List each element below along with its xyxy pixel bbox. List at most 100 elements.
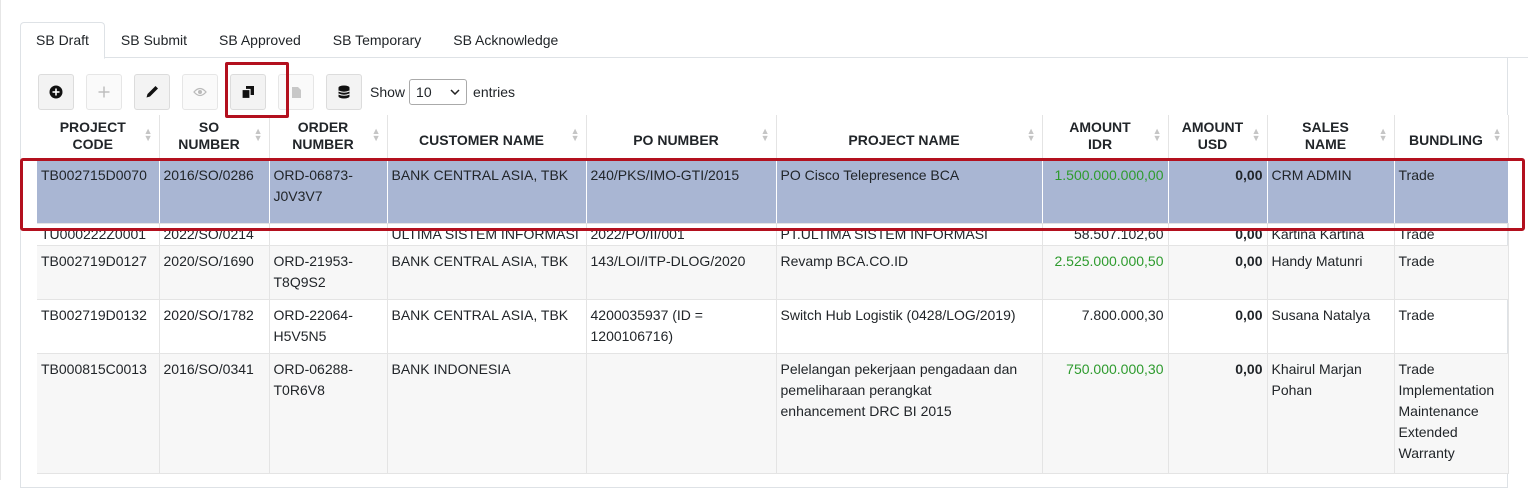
table-row[interactable]: TU000222Z0001 2022/SO/0214 ULTIMA SISTEM… (37, 223, 1509, 246)
file-icon (291, 86, 302, 99)
tab-sb-draft[interactable]: SB Draft (20, 22, 105, 59)
tab-bar: SB Draft SB Submit SB Approved SB Tempor… (20, 22, 1528, 59)
cell-amount-idr: 7.800.000,30 (1042, 299, 1169, 354)
column-header-po-number[interactable]: PO NUMBER ▲ ▼ (586, 115, 777, 160)
sort-icon: ▲ ▼ (371, 126, 381, 143)
column-header-project-name[interactable]: PROJECT NAME ▲ ▼ (776, 115, 1043, 160)
cell-bundling: Trade (1394, 299, 1509, 354)
table-header-row: PROJECT CODE ▲ ▼ SO NUMBER ▲ ▼ ORDER NUMBER ▲ ▼ C… (37, 115, 1509, 160)
cell-order-number: ORD-21953- T8Q9S2 (269, 245, 388, 300)
edit-button[interactable] (134, 74, 170, 110)
cell-order-number (269, 223, 388, 246)
sort-icon: ▲ ▼ (1492, 126, 1502, 143)
sort-icon: ▲ ▼ (143, 126, 153, 143)
sort-icon: ▲ ▼ (570, 126, 580, 143)
cell-sales-name: Khairul Marjan Pohan (1267, 353, 1395, 474)
cell-po-number: 4200035937 (ID = 1200106716) (586, 299, 777, 354)
column-header-bundling[interactable]: BUNDLING ▲ ▼ (1394, 115, 1509, 160)
column-header-project-code[interactable]: PROJECT CODE ▲ ▼ (37, 115, 160, 160)
cell-customer-name: BANK CENTRAL ASIA, TBK (387, 299, 587, 354)
cell-po-number (586, 353, 777, 474)
tab-sb-submit[interactable]: SB Submit (105, 22, 203, 58)
cell-amount-usd: 0,00 (1168, 159, 1268, 224)
cell-project-name: PO Cisco Telepresence BCA (776, 159, 1043, 224)
entries-select-value: 10 (416, 84, 432, 100)
cell-project-name: PT.ULTIMA SISTEM INFORMASI (776, 223, 1043, 246)
sort-icon: ▲ ▼ (1026, 126, 1036, 143)
cell-po-number: 143/LOI/ITP-DLOG/2020 (586, 245, 777, 300)
document-button[interactable] (278, 74, 314, 110)
cell-project-name: Pelelangan pekerjaan pengadaan dan pemeli… (776, 353, 1043, 474)
cell-bundling: Trade (1394, 245, 1509, 300)
cell-amount-idr: 2.525.000.000,50 (1042, 245, 1169, 300)
cell-amount-idr: 1.500.000.000,00 (1042, 159, 1169, 224)
cell-amount-usd: 0,00 (1168, 299, 1268, 354)
cell-customer-name: BANK CENTRAL ASIA, TBK (387, 245, 587, 300)
cell-po-number: 240/PKS/IMO-GTI/2015 (586, 159, 777, 224)
copy-button[interactable] (230, 74, 266, 110)
tab-sb-approved[interactable]: SB Approved (203, 22, 317, 58)
cell-project-code: TB002715D0070 (37, 159, 160, 224)
cell-bundling: Trade Implementation Maintenance Extended Wa… (1394, 353, 1509, 474)
table-row[interactable]: TB002719D0132 2020/SO/1782 ORD-22064- H5V… (37, 299, 1509, 354)
cell-project-code: TB002719D0127 (37, 245, 160, 300)
tab-sb-temporary[interactable]: SB Temporary (317, 22, 437, 58)
column-header-so-number[interactable]: SO NUMBER ▲ ▼ (159, 115, 270, 160)
tab-sb-acknowledge[interactable]: SB Acknowledge (437, 22, 574, 58)
database-icon (338, 85, 350, 99)
show-label: Show (370, 84, 406, 100)
sort-icon: ▲ ▼ (1152, 126, 1162, 143)
column-header-amount-usd[interactable]: AMOUNT USD ▲ ▼ (1168, 115, 1268, 160)
cell-so-number: 2020/SO/1690 (159, 245, 270, 300)
cell-order-number: ORD-06288- T0R6V8 (269, 353, 388, 474)
cell-project-code: TB000815C0013 (37, 353, 160, 474)
cell-sales-name: CRM ADMIN (1267, 159, 1395, 224)
table-row[interactable]: TB000815C0013 2016/SO/0341 ORD-06288- T0R… (37, 353, 1509, 474)
sb-draft-table: PROJECT CODE ▲ ▼ SO NUMBER ▲ ▼ ORDER NUMBER ▲ ▼ C… (37, 115, 1509, 474)
column-header-order-number[interactable]: ORDER NUMBER ▲ ▼ (269, 115, 388, 160)
column-header-customer-name[interactable]: CUSTOMER NAME ▲ ▼ (387, 115, 587, 160)
cell-po-number: 2022/PO/II/001 (586, 223, 777, 246)
view-button[interactable] (182, 74, 218, 110)
entries-select[interactable]: 10 (409, 79, 468, 105)
cell-project-code: TB002719D0132 (37, 299, 160, 354)
cell-so-number: 2016/SO/0286 (159, 159, 270, 224)
cell-customer-name: BANK INDONESIA (387, 353, 587, 474)
cell-so-number: 2022/SO/0214 (159, 223, 270, 246)
database-button[interactable] (326, 74, 362, 110)
cell-project-name: Switch Hub Logistik (0428/LOG/2019) (776, 299, 1043, 354)
add-record-button[interactable] (38, 74, 74, 110)
table-row[interactable]: TB002719D0127 2020/SO/1690 ORD-21953- T8Q… (37, 245, 1509, 300)
column-header-sales-name[interactable]: SALES NAME ▲ ▼ (1267, 115, 1395, 160)
chevron-down-icon (450, 89, 460, 95)
cell-amount-idr: 58.507.102,60 (1042, 223, 1169, 246)
pencil-icon (145, 85, 159, 99)
add-button[interactable] (86, 74, 122, 110)
cell-customer-name: BANK CENTRAL ASIA, TBK (387, 159, 587, 224)
copy-icon (241, 85, 255, 99)
cell-sales-name: Susana Natalya (1267, 299, 1395, 354)
cell-order-number: ORD-22064- H5V5N5 (269, 299, 388, 354)
eye-icon (193, 87, 207, 97)
add-circle-icon (49, 85, 63, 99)
plus-icon (98, 86, 110, 98)
sort-icon: ▲ ▼ (760, 126, 770, 143)
cell-amount-idr: 750.000.000,30 (1042, 353, 1169, 474)
column-header-amount-idr[interactable]: AMOUNT IDR ▲ ▼ (1042, 115, 1169, 160)
cell-sales-name: Kartina Kartina (1267, 223, 1395, 246)
cell-sales-name: Handy Matunri (1267, 245, 1395, 300)
cell-so-number: 2020/SO/1782 (159, 299, 270, 354)
table-toolbar: Show 10 entries (38, 74, 515, 110)
sort-icon: ▲ ▼ (253, 126, 263, 143)
cell-order-number: ORD-06873- J0V3V7 (269, 159, 388, 224)
cell-customer-name: ULTIMA SISTEM INFORMASI (387, 223, 587, 246)
table-row[interactable]: TB002715D0070 2016/SO/0286 ORD-06873- J0V… (37, 159, 1509, 224)
cell-bundling: Trade (1394, 159, 1509, 224)
cell-amount-usd: 0,00 (1168, 223, 1268, 246)
cell-project-name: Revamp BCA.CO.ID (776, 245, 1043, 300)
cell-so-number: 2016/SO/0341 (159, 353, 270, 474)
sort-icon: ▲ ▼ (1378, 126, 1388, 143)
cell-amount-usd: 0,00 (1168, 353, 1268, 474)
cell-amount-usd: 0,00 (1168, 245, 1268, 300)
cell-bundling: Trade (1394, 223, 1509, 246)
